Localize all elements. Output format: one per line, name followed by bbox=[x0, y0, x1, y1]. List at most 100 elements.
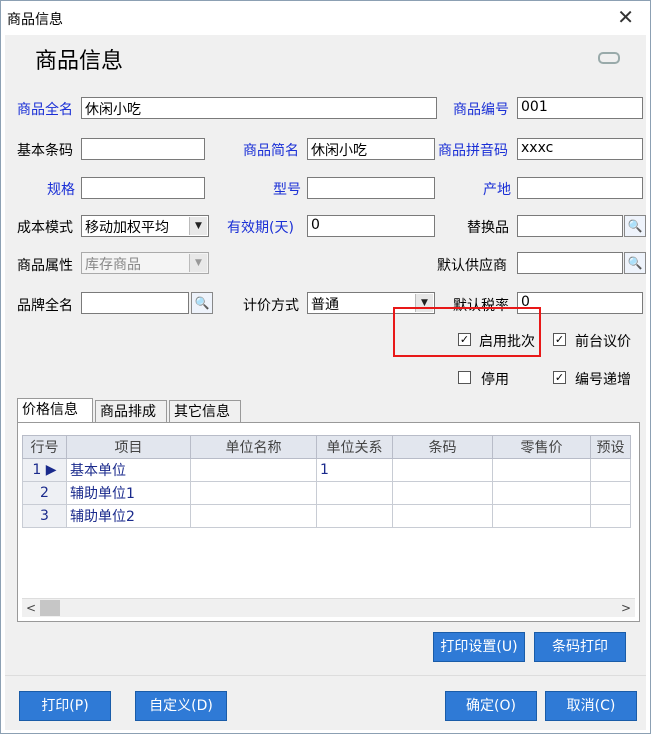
code-field[interactable]: 001 bbox=[517, 97, 643, 119]
window-title: 商品信息 bbox=[7, 12, 63, 28]
spec-label: 规格 bbox=[47, 182, 75, 198]
unit-cell[interactable] bbox=[190, 481, 317, 505]
preset-cell[interactable] bbox=[590, 481, 631, 505]
item-cell[interactable]: 基本单位 bbox=[66, 458, 191, 482]
barcode-print-button[interactable]: 条码打印 bbox=[534, 632, 626, 662]
supplier-label: 默认供应商 bbox=[437, 258, 507, 274]
tab-product-layout[interactable]: 商品排成 bbox=[95, 400, 167, 422]
scroll-right-icon[interactable]: > bbox=[617, 599, 635, 617]
model-label: 型号 bbox=[273, 182, 301, 198]
scroll-thumb[interactable] bbox=[40, 600, 60, 616]
print-button[interactable]: 打印(P) bbox=[19, 691, 111, 721]
origin-label: 产地 bbox=[483, 182, 511, 198]
auto-inc-label: 编号递增 bbox=[575, 372, 631, 388]
tab-other-info[interactable]: 其它信息 bbox=[169, 400, 241, 422]
rel-cell[interactable] bbox=[316, 504, 393, 528]
rel-cell[interactable]: 1 bbox=[316, 458, 393, 482]
close-icon[interactable]: ✕ bbox=[617, 5, 634, 29]
unit-cell[interactable] bbox=[190, 458, 317, 482]
preset-cell[interactable] bbox=[590, 458, 631, 482]
brand-field[interactable] bbox=[81, 292, 189, 314]
page-title: 商品信息 bbox=[35, 49, 124, 74]
supplier-field[interactable] bbox=[517, 252, 623, 274]
row-num: 1 bbox=[32, 462, 42, 478]
row-num-cell: 1 ▶ bbox=[22, 458, 67, 482]
item-cell[interactable]: 辅助单位2 bbox=[66, 504, 191, 528]
bottom-button-bar: 打印(P) 自定义(D) 确定(O) 取消(C) bbox=[5, 675, 646, 730]
search-icon[interactable]: 🔍 bbox=[624, 215, 646, 237]
barcode-cell[interactable] bbox=[392, 481, 493, 505]
rel-cell[interactable] bbox=[316, 481, 393, 505]
chevron-down-icon[interactable]: ▼ bbox=[189, 217, 207, 235]
col-header-unit-name[interactable]: 单位名称 bbox=[190, 435, 317, 459]
barcode-cell[interactable] bbox=[392, 458, 493, 482]
row-num-cell: 2 bbox=[22, 481, 67, 505]
pricing-label: 计价方式 bbox=[243, 298, 299, 314]
print-setup-button[interactable]: 打印设置(U) bbox=[433, 632, 525, 662]
col-header-barcode[interactable]: 条码 bbox=[392, 435, 493, 459]
scroll-left-icon[interactable]: < bbox=[22, 599, 40, 617]
origin-field[interactable] bbox=[517, 177, 643, 199]
cost-mode-select[interactable]: 移动加权平均 ▼ bbox=[81, 215, 209, 237]
item-cell[interactable]: 辅助单位1 bbox=[66, 481, 191, 505]
barcode-cell[interactable] bbox=[392, 504, 493, 528]
price-table: 行号 项目 单位名称 单位关系 条码 零售价 预设 1 ▶ 基本单位 1 2 辅… bbox=[22, 435, 631, 528]
table-row[interactable]: 1 ▶ 基本单位 1 bbox=[22, 458, 631, 482]
cost-mode-value: 移动加权平均 bbox=[85, 220, 169, 236]
price-cell[interactable] bbox=[492, 458, 591, 482]
price-grid: 行号 项目 单位名称 单位关系 条码 零售价 预设 1 ▶ 基本单位 1 2 辅… bbox=[17, 422, 640, 622]
table-row[interactable]: 2 辅助单位1 bbox=[22, 481, 631, 505]
unit-cell[interactable] bbox=[190, 504, 317, 528]
table-header-row: 行号 项目 单位名称 单位关系 条码 零售价 预设 bbox=[22, 435, 631, 459]
barcode-label: 基本条码 bbox=[17, 143, 73, 159]
title-bar: 商品信息 ✕ bbox=[1, 1, 650, 35]
validity-field[interactable]: 0 bbox=[307, 215, 435, 237]
auto-inc-checkbox[interactable]: ✓ bbox=[553, 371, 566, 384]
col-header-row-num[interactable]: 行号 bbox=[22, 435, 67, 459]
brand-label: 品牌全名 bbox=[17, 298, 73, 314]
header-panel: 商品信息 bbox=[5, 35, 646, 83]
disable-checkbox[interactable] bbox=[458, 371, 471, 384]
substitute-label: 替换品 bbox=[467, 220, 509, 236]
row-num-cell: 3 bbox=[22, 504, 67, 528]
negotiate-label: 前台议价 bbox=[575, 334, 631, 350]
model-field[interactable] bbox=[307, 177, 435, 199]
negotiate-checkbox[interactable]: ✓ bbox=[553, 333, 566, 346]
ok-button[interactable]: 确定(O) bbox=[445, 691, 537, 721]
col-header-unit-rel[interactable]: 单位关系 bbox=[316, 435, 393, 459]
col-header-retail-price[interactable]: 零售价 bbox=[492, 435, 591, 459]
triangle-right-icon: ▶ bbox=[45, 462, 57, 478]
tab-price-info[interactable]: 价格信息 bbox=[17, 398, 93, 422]
product-info-window: 商品信息 ✕ 商品信息 商品全名 休闲小吃 商品编号 001 基本条码 商品简名… bbox=[0, 0, 651, 734]
full-name-field[interactable]: 休闲小吃 bbox=[81, 97, 437, 119]
short-name-field[interactable]: 休闲小吃 bbox=[307, 138, 435, 160]
table-row[interactable]: 3 辅助单位2 bbox=[22, 504, 631, 528]
attr-label: 商品属性 bbox=[17, 258, 73, 274]
substitute-field[interactable] bbox=[517, 215, 623, 237]
dialog-client: 商品信息 商品全名 休闲小吃 商品编号 001 基本条码 商品简名 休闲小吃 商… bbox=[5, 35, 646, 730]
validity-label: 有效期(天) bbox=[227, 220, 294, 236]
attr-select[interactable]: 库存商品 ▼ bbox=[81, 252, 209, 274]
cancel-button[interactable]: 取消(C) bbox=[545, 691, 637, 721]
col-header-item[interactable]: 项目 bbox=[66, 435, 191, 459]
pinyin-field[interactable]: xxxc bbox=[517, 138, 643, 160]
custom-button[interactable]: 自定义(D) bbox=[135, 691, 227, 721]
attr-value: 库存商品 bbox=[85, 257, 141, 273]
preset-cell[interactable] bbox=[590, 504, 631, 528]
pricing-value: 普通 bbox=[311, 297, 339, 313]
search-icon[interactable]: 🔍 bbox=[191, 292, 213, 314]
full-name-label: 商品全名 bbox=[17, 102, 73, 118]
price-cell[interactable] bbox=[492, 504, 591, 528]
cost-mode-label: 成本模式 bbox=[17, 220, 73, 236]
search-icon[interactable]: 🔍 bbox=[624, 252, 646, 274]
highlight-box bbox=[393, 307, 541, 357]
chevron-down-icon[interactable]: ▼ bbox=[189, 254, 207, 272]
price-cell[interactable] bbox=[492, 481, 591, 505]
spec-field[interactable] bbox=[81, 177, 205, 199]
barcode-field[interactable] bbox=[81, 138, 205, 160]
horizontal-scrollbar[interactable]: < > bbox=[22, 598, 635, 617]
col-header-preset[interactable]: 预设 bbox=[590, 435, 631, 459]
short-name-label: 商品简名 bbox=[243, 143, 299, 159]
link-icon[interactable] bbox=[598, 52, 620, 64]
pinyin-label: 商品拼音码 bbox=[438, 143, 508, 159]
